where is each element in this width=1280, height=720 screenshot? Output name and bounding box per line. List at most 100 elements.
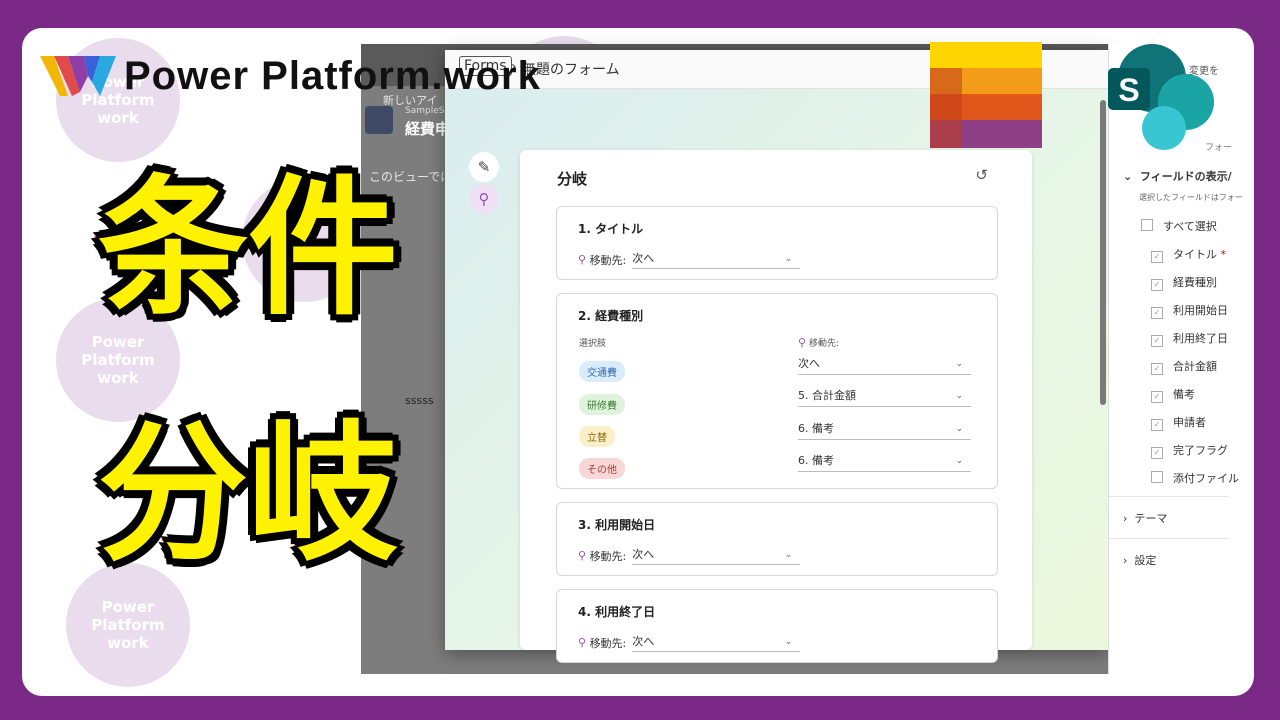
move-target-row: ⚲ 移動先: 次へ ⌄ bbox=[578, 546, 801, 565]
list-icon bbox=[365, 106, 393, 134]
branch-card: 分岐 ↺ 1. タイトル ⚲ 移動先: 次へ ⌄ 2. 経費種別 選択肢 ⚲ 移動… bbox=[520, 150, 1032, 663]
field-label: 申請者 bbox=[1173, 416, 1206, 429]
field-checkbox[interactable]: ✓ 利用開始日 bbox=[1151, 302, 1228, 319]
field-checkbox[interactable]: ✓ タイトル * bbox=[1151, 246, 1226, 263]
question-title: 2. 経費種別 bbox=[578, 309, 644, 323]
checkmark-icon: ✓ bbox=[1151, 335, 1163, 347]
thumbnail-frame: Power Platform work Power Platform work Powe… bbox=[22, 28, 1254, 696]
question-title: 1. タイトル bbox=[578, 222, 644, 236]
checkbox-icon bbox=[1151, 471, 1163, 483]
settings-section-header[interactable]: › 設定 bbox=[1123, 552, 1156, 568]
settings-label: 設定 bbox=[1134, 554, 1157, 567]
fields-section-header[interactable]: ⌄ フィールドの表示/ bbox=[1123, 168, 1232, 184]
move-label: 移動先: bbox=[808, 339, 839, 349]
choices-label: 選択肢 bbox=[579, 339, 607, 349]
move-label: 移動先: bbox=[589, 549, 627, 563]
field-checkbox[interactable]: ✓ 合計金額 bbox=[1151, 358, 1217, 375]
scrollbar[interactable] bbox=[1100, 100, 1106, 405]
checkmark-icon: ✓ bbox=[1151, 251, 1163, 263]
chevron-down-icon: ⌄ bbox=[955, 359, 963, 369]
field-label: 経費種別 bbox=[1173, 276, 1217, 289]
move-target-select[interactable]: 次へ ⌄ bbox=[632, 633, 801, 652]
choice-chip: 交通費 bbox=[579, 361, 625, 382]
list-name: 経費申 bbox=[405, 120, 451, 138]
sharepoint-logo-icon: S bbox=[1108, 44, 1214, 150]
checkmark-icon: ✓ bbox=[1151, 419, 1163, 431]
choice-target-select[interactable]: 5. 合計金額 ⌄ bbox=[798, 386, 971, 407]
move-header: ⚲ 移動先: bbox=[798, 336, 839, 349]
card-title: 分岐 bbox=[557, 170, 588, 188]
field-label: 完了フラグ bbox=[1173, 444, 1228, 457]
select-all-label: すべて選択 bbox=[1163, 220, 1217, 233]
select-value: 次へ bbox=[798, 357, 820, 370]
choice-chip: 立替 bbox=[579, 426, 615, 447]
required-mark: * bbox=[1220, 248, 1227, 261]
chevron-down-icon: ⌄ bbox=[955, 424, 963, 434]
select-value: 6. 備考 bbox=[798, 454, 834, 467]
lists-logo-icon bbox=[930, 42, 1042, 148]
theme-label: テーマ bbox=[1134, 512, 1168, 525]
branch-icon: ⚲ bbox=[578, 549, 587, 562]
field-checkbox[interactable]: ✓ 経費種別 bbox=[1151, 274, 1217, 291]
field-checkbox[interactable]: ✓ 備考 bbox=[1151, 386, 1195, 403]
branch-icon: ⚲ bbox=[578, 636, 587, 649]
checkmark-icon: ✓ bbox=[1151, 363, 1163, 375]
theme-section-header[interactable]: › テーマ bbox=[1123, 510, 1167, 526]
chevron-down-icon: ⌄ bbox=[784, 637, 793, 647]
chevron-down-icon: ⌄ bbox=[955, 456, 963, 466]
field-checkbox[interactable]: ✓ 完了フラグ bbox=[1151, 442, 1228, 459]
divider bbox=[1109, 496, 1229, 497]
branch-icon: ⚲ bbox=[798, 336, 807, 349]
field-label: 合計金額 bbox=[1173, 360, 1217, 373]
choice-target-select[interactable]: 6. 備考 ⌄ bbox=[798, 451, 971, 472]
svg-text:S: S bbox=[1118, 72, 1139, 108]
select-all-checkbox[interactable]: すべて選択 bbox=[1141, 218, 1217, 234]
fields-section-title: フィールドの表示/ bbox=[1139, 170, 1232, 183]
row-value: sssss bbox=[405, 394, 434, 407]
question-card: 3. 利用開始日 ⚲ 移動先: 次へ ⌄ bbox=[556, 502, 998, 576]
watermark-line: work bbox=[107, 634, 149, 652]
move-target-row: ⚲ 移動先: 次へ ⌄ bbox=[578, 250, 801, 269]
site-name: SampleSit bbox=[405, 106, 451, 116]
checkmark-icon: ✓ bbox=[1151, 307, 1163, 319]
move-label: 移動先: bbox=[589, 636, 627, 650]
brand: Power Platform.work bbox=[40, 52, 541, 100]
pencil-icon[interactable]: ✎ bbox=[469, 152, 499, 182]
checkbox-icon bbox=[1141, 219, 1153, 231]
question-card: 1. タイトル ⚲ 移動先: 次へ ⌄ bbox=[556, 206, 998, 280]
checkmark-icon: ✓ bbox=[1151, 447, 1163, 459]
select-value: 5. 合計金額 bbox=[798, 389, 856, 402]
field-label: 備考 bbox=[1173, 388, 1195, 401]
choice-chip: その他 bbox=[579, 458, 625, 479]
watermark-line: work bbox=[97, 369, 139, 387]
chevron-down-icon: ⌄ bbox=[784, 550, 793, 560]
branch-icon[interactable]: ⚲ bbox=[469, 184, 499, 214]
choice-target-select[interactable]: 次へ ⌄ bbox=[798, 354, 971, 375]
field-checkbox[interactable]: 添付ファイル bbox=[1151, 470, 1239, 486]
select-value: 6. 備考 bbox=[798, 422, 834, 435]
choice-chip: 研修費 bbox=[579, 394, 625, 415]
choice-target-select[interactable]: 6. 備考 ⌄ bbox=[798, 419, 971, 440]
watermark-line: Platform bbox=[81, 351, 155, 369]
branch-icon: ⚲ bbox=[578, 253, 587, 266]
move-target-select[interactable]: 次へ ⌄ bbox=[632, 250, 801, 269]
move-target-select[interactable]: 次へ ⌄ bbox=[632, 546, 801, 565]
question-card: 2. 経費種別 選択肢 ⚲ 移動先: 交通費 研修費 立替 その他 次へ ⌄ 5.… bbox=[556, 293, 998, 489]
field-checkbox[interactable]: ✓ 利用終了日 bbox=[1151, 330, 1228, 347]
field-checkbox[interactable]: ✓ 申請者 bbox=[1151, 414, 1206, 431]
title-line-1: 条件 bbox=[95, 162, 400, 336]
reset-icon[interactable]: ↺ bbox=[975, 166, 988, 184]
chevron-down-icon: ⌄ bbox=[1123, 170, 1133, 183]
field-label: タイトル bbox=[1173, 248, 1217, 261]
move-target-row: ⚲ 移動先: 次へ ⌄ bbox=[578, 633, 801, 652]
field-label: 添付ファイル bbox=[1173, 472, 1239, 485]
title-line-2: 分岐 bbox=[95, 408, 400, 582]
chevron-right-icon: › bbox=[1123, 512, 1128, 525]
watermark-line: Platform bbox=[91, 616, 165, 634]
question-title: 3. 利用開始日 bbox=[578, 518, 656, 532]
power-platform-logo-icon bbox=[40, 56, 116, 96]
checkmark-icon: ✓ bbox=[1151, 279, 1163, 291]
select-value: 次へ bbox=[632, 252, 655, 265]
checkmark-icon: ✓ bbox=[1151, 391, 1163, 403]
field-label: 利用開始日 bbox=[1173, 304, 1228, 317]
